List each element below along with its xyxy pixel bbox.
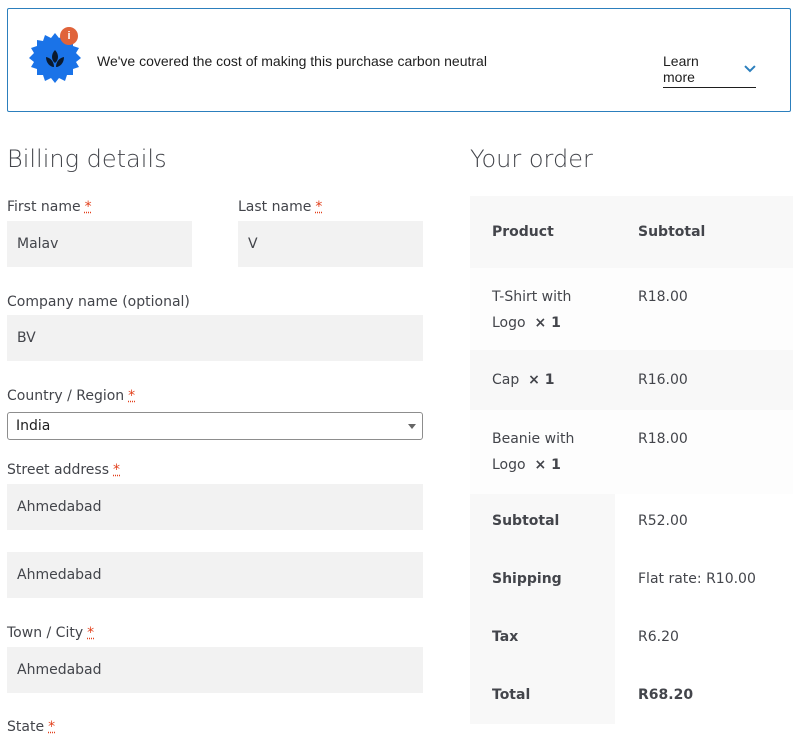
country-value: India bbox=[16, 418, 51, 434]
learn-more-button[interactable]: Learn more bbox=[663, 53, 756, 88]
your-order-title: Your order bbox=[470, 145, 593, 173]
required-mark: * bbox=[315, 199, 323, 215]
country-select[interactable]: India bbox=[7, 412, 423, 440]
subtotal-row: Subtotal R52.00 bbox=[470, 494, 793, 552]
town-city-field[interactable]: Ahmedabad bbox=[7, 647, 423, 693]
state-label: State * bbox=[7, 719, 56, 735]
first-name-field[interactable]: Malav bbox=[7, 221, 192, 267]
company-name-field[interactable]: BV bbox=[7, 315, 423, 361]
required-mark: * bbox=[84, 199, 92, 215]
order-item-row: Beanie with Logo × 1 R18.00 bbox=[470, 410, 793, 494]
order-item-qty: × 1 bbox=[534, 457, 561, 473]
dropdown-arrow-icon bbox=[408, 424, 416, 429]
total-row: Total R68.20 bbox=[470, 668, 793, 724]
product-column-header: Product bbox=[492, 224, 554, 240]
tax-row: Tax R6.20 bbox=[470, 610, 793, 668]
order-item-row: T-Shirt with Logo × 1 R18.00 bbox=[470, 268, 793, 350]
carbon-neutral-banner: i We've covered the cost of making this … bbox=[7, 8, 791, 112]
order-item-price: R18.00 bbox=[638, 289, 688, 305]
street-line2-value: Ahmedabad bbox=[17, 567, 102, 583]
street-address-line2-field[interactable]: Ahmedabad bbox=[7, 552, 423, 598]
order-item-row: Cap × 1 R16.00 bbox=[470, 350, 793, 410]
tax-label: Tax bbox=[492, 629, 519, 645]
first-name-label: First name * bbox=[7, 199, 92, 215]
order-item-price: R16.00 bbox=[638, 372, 688, 388]
last-name-value: V bbox=[248, 236, 258, 252]
subtotal-column-header: Subtotal bbox=[638, 224, 706, 240]
required-mark: * bbox=[87, 625, 95, 641]
total-value: R68.20 bbox=[638, 687, 694, 703]
tax-value: R6.20 bbox=[638, 629, 679, 645]
required-mark: * bbox=[128, 388, 136, 404]
info-icon[interactable]: i bbox=[60, 27, 78, 45]
shipping-label: Shipping bbox=[492, 571, 562, 587]
total-label: Total bbox=[492, 687, 531, 703]
country-label: Country / Region * bbox=[7, 388, 136, 404]
last-name-field[interactable]: V bbox=[238, 221, 423, 267]
chevron-down-icon bbox=[744, 65, 756, 73]
shipping-row: Shipping Flat rate: R10.00 bbox=[470, 552, 793, 610]
required-mark: * bbox=[48, 719, 56, 735]
order-item-name: Cap × 1 bbox=[492, 372, 555, 388]
subtotal-label: Subtotal bbox=[492, 513, 560, 529]
town-city-value: Ahmedabad bbox=[17, 662, 102, 678]
order-item-qty: × 1 bbox=[528, 372, 555, 388]
street-address-label: Street address * bbox=[7, 462, 120, 478]
order-item-name: Beanie with Logo × 1 bbox=[492, 431, 575, 473]
street-address-line1-field[interactable]: Ahmedabad bbox=[7, 484, 423, 530]
order-header-row: Product Subtotal bbox=[470, 196, 793, 268]
order-item-name: T-Shirt with Logo × 1 bbox=[492, 289, 572, 331]
order-item-price: R18.00 bbox=[638, 431, 688, 447]
company-name-value: BV bbox=[17, 330, 36, 346]
subtotal-value: R52.00 bbox=[638, 513, 688, 529]
street-line1-value: Ahmedabad bbox=[17, 499, 102, 515]
shipping-value: Flat rate: R10.00 bbox=[638, 571, 756, 587]
first-name-value: Malav bbox=[17, 236, 59, 252]
billing-details-title: Billing details bbox=[7, 145, 167, 173]
carbon-neutral-message: We've covered the cost of making this pu… bbox=[97, 53, 487, 69]
order-item-qty: × 1 bbox=[534, 315, 561, 331]
town-city-label: Town / City * bbox=[7, 625, 95, 641]
learn-more-label: Learn more bbox=[663, 53, 699, 85]
company-name-label: Company name (optional) bbox=[7, 294, 190, 310]
required-mark: * bbox=[113, 462, 120, 478]
last-name-label: Last name * bbox=[238, 199, 323, 215]
